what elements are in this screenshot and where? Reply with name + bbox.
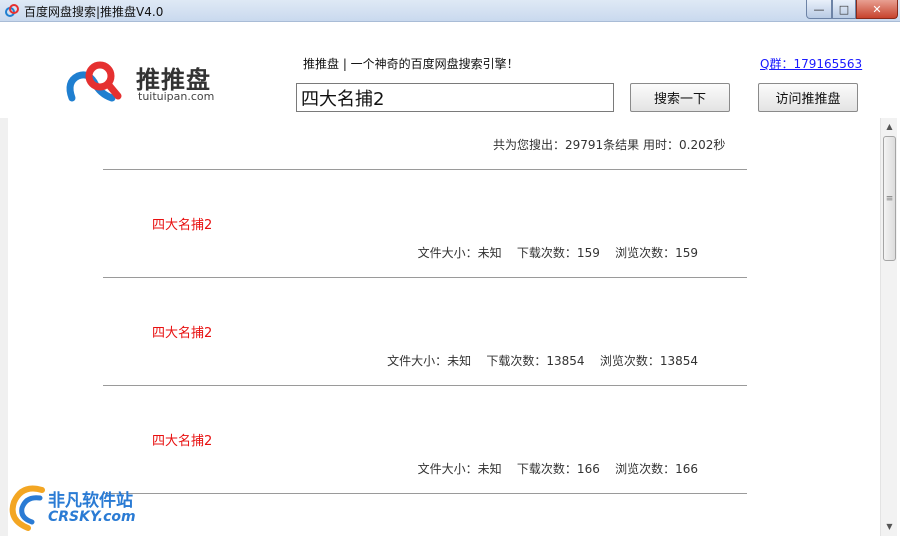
app-icon (5, 4, 19, 17)
logo-mark-icon (66, 61, 122, 102)
scroll-thumb[interactable]: ≡ (883, 136, 896, 261)
watermark: 非凡软件站 CRSKY.com (0, 476, 158, 536)
watermark-logo-icon (9, 485, 45, 531)
visit-site-button[interactable]: 访问推推盘 (758, 83, 858, 112)
header: 推推盘 tuituipan.com 推推盘 | 一个神奇的百度网盘搜索引擎！ Q… (0, 22, 900, 118)
divider (103, 493, 747, 494)
watermark-cn: 非凡软件站 (48, 491, 133, 511)
divider (103, 169, 747, 170)
watermark-en: CRSKY.com (48, 509, 136, 525)
title-bar: 百度网盘搜索|推推盘V4.0 — □ ✕ (0, 0, 900, 22)
slogan: 推推盘 | 一个神奇的百度网盘搜索引擎！ (303, 57, 519, 71)
result-meta: 文件大小：未知 下载次数：159 浏览次数：159 (417, 246, 698, 260)
result-title-link[interactable]: 四大名捕2 (152, 430, 212, 449)
result-meta: 文件大小：未知 下载次数：13854 浏览次数：13854 (387, 354, 698, 368)
vertical-scrollbar[interactable]: ▲ ≡ ▼ (880, 118, 897, 536)
minimize-button[interactable]: — (806, 0, 832, 19)
result-summary: 共为您搜出：29791条结果 用时：0.202秒 (493, 138, 726, 152)
result-title-link[interactable]: 四大名捕2 (152, 322, 212, 341)
result-title-link[interactable]: 四大名捕2 (152, 214, 212, 233)
search-button[interactable]: 搜索一下 (630, 83, 730, 112)
results-panel: 共为您搜出：29791条结果 用时：0.202秒 四大名捕2 文件大小：未知 下… (8, 118, 880, 536)
divider (103, 277, 747, 278)
scroll-up-icon[interactable]: ▲ (881, 118, 898, 135)
logo-domain: tuituipan.com (138, 90, 215, 103)
close-button[interactable]: ✕ (856, 0, 898, 19)
result-meta: 文件大小：未知 下载次数：166 浏览次数：166 (417, 462, 698, 476)
window-title: 百度网盘搜索|推推盘V4.0 (24, 5, 164, 19)
divider (103, 385, 747, 386)
left-frame (0, 118, 8, 536)
logo[interactable]: 推推盘 tuituipan.com (64, 58, 214, 106)
search-input[interactable] (296, 83, 614, 112)
qq-group-link[interactable]: Q群：179165563 (760, 55, 862, 72)
scroll-down-icon[interactable]: ▼ (881, 518, 898, 535)
maximize-button[interactable]: □ (832, 0, 856, 19)
